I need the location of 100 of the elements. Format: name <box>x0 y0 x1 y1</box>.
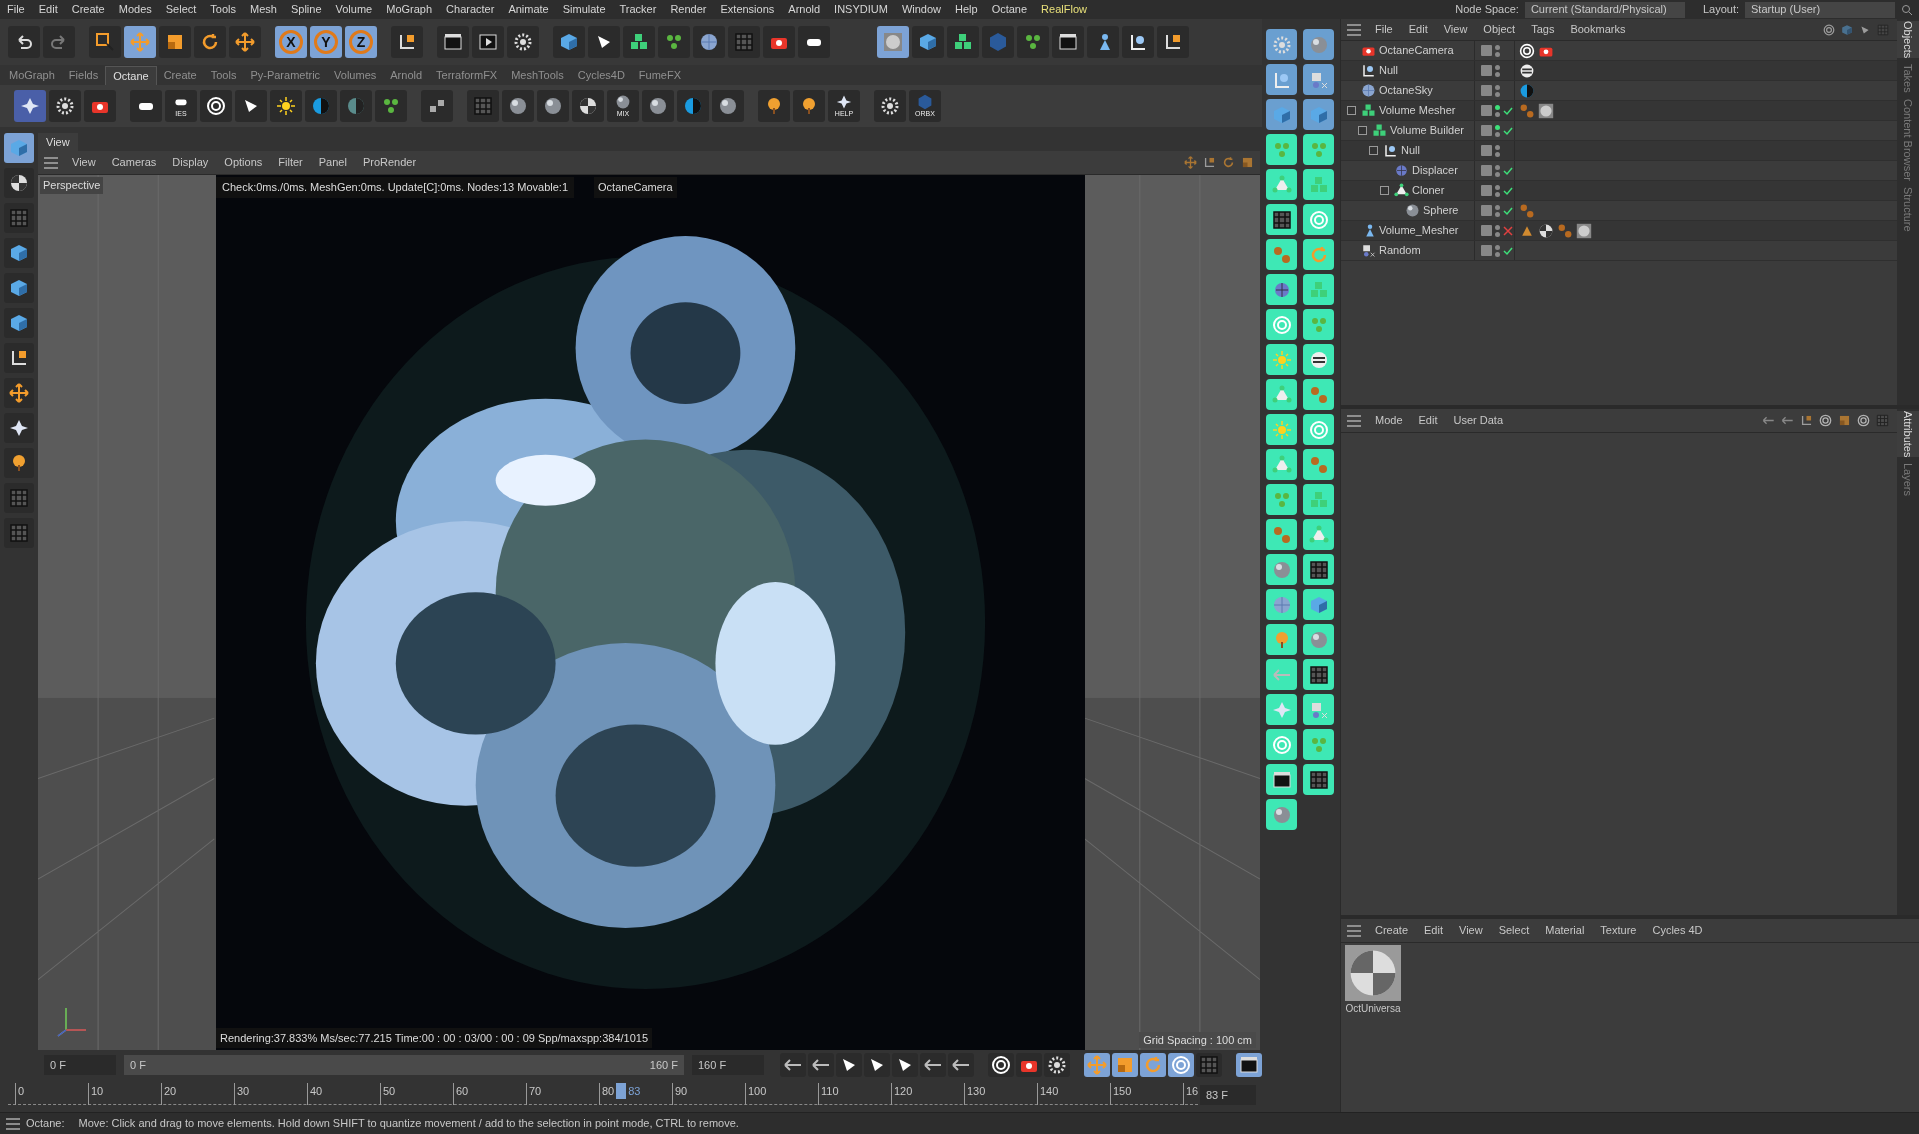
node-space-dropdown[interactable]: Current (Standard/Physical) <box>1524 1 1685 18</box>
menu-item[interactable]: Filter <box>270 154 311 171</box>
menu-item[interactable]: File <box>1367 21 1401 38</box>
menu-item[interactable]: Create <box>64 1 112 18</box>
menu-item[interactable]: Simulate <box>555 1 613 18</box>
menu-item[interactable]: Edit <box>1410 412 1446 429</box>
menu-item[interactable]: ProRender <box>354 154 425 171</box>
menu-item[interactable]: Select <box>1490 922 1538 939</box>
object-name[interactable]: Random <box>1379 242 1421 259</box>
object-name[interactable]: OctaneCamera <box>1379 42 1454 59</box>
status-message: Move: Click and drag to move elements. Hold down SHIFT to quantize movement / add to the selection in point mode, CTRL to remove. <box>78 1116 739 1132</box>
object-name[interactable]: Volume_Mesher <box>1379 222 1459 239</box>
frame-tick-label: 0 <box>15 1083 25 1105</box>
menu-item[interactable]: Create <box>1367 922 1417 939</box>
toolbar-tab[interactable]: Cycles4D <box>570 66 632 85</box>
frame-tick-label: 60 <box>453 1083 469 1105</box>
toolbar-tab[interactable]: Octane <box>105 66 157 85</box>
menu-item[interactable]: Edit <box>31 1 65 18</box>
current-frame-field[interactable]: 83 F <box>1200 1085 1256 1105</box>
camera-name: OctaneCamera <box>594 177 677 198</box>
axis-lock-button[interactable]: Z <box>345 26 377 58</box>
menu-item[interactable]: INSYDIUM <box>827 1 895 18</box>
menu-item[interactable]: MoGraph <box>379 1 440 18</box>
range-start-label: 0 F <box>130 1057 146 1073</box>
object-name[interactable]: OctaneSky <box>1379 82 1433 99</box>
end-frame-field[interactable]: 160 F <box>692 1055 764 1075</box>
menu-item[interactable]: Spline <box>283 1 329 18</box>
axis-lock-button[interactable]: Y <box>310 26 342 58</box>
menu-item[interactable]: Options <box>216 154 271 171</box>
menu-item[interactable]: Modes <box>111 1 159 18</box>
toolbar-tab[interactable]: FumeFX <box>631 66 689 85</box>
side-tab[interactable]: Attributes <box>1897 411 1919 458</box>
menu-item[interactable]: Render <box>663 1 714 18</box>
menu-item[interactable]: Mode <box>1367 412 1411 429</box>
toolbar-tab[interactable]: Volumes <box>327 66 384 85</box>
frame-tick-label: 110 <box>818 1083 839 1105</box>
menu-item[interactable]: Tracker <box>612 1 664 18</box>
object-name[interactable]: Volume Mesher <box>1379 102 1456 119</box>
menu-item[interactable]: Window <box>894 1 948 18</box>
toolbar-tab[interactable]: Py-Parametric <box>243 66 328 85</box>
layout-dropdown[interactable]: Startup (User) <box>1745 1 1895 18</box>
frame-tick-label: 20 <box>161 1083 177 1105</box>
toolbar-tab[interactable]: Tools <box>203 66 244 85</box>
menu-item[interactable]: Cameras <box>103 154 165 171</box>
object-name[interactable]: Sphere <box>1423 202 1459 219</box>
toolbar-tab[interactable]: Arnold <box>383 66 430 85</box>
menu-item[interactable]: Edit <box>1416 922 1451 939</box>
frame-tick-label: 80 <box>599 1083 615 1105</box>
toolbar-tab[interactable]: Create <box>156 66 204 85</box>
menu-item[interactable]: Cycles 4D <box>1644 922 1711 939</box>
menu-item[interactable]: View <box>1435 21 1476 38</box>
menu-item[interactable]: Octane <box>984 1 1035 18</box>
toolbar-tab[interactable]: MeshTools <box>504 66 571 85</box>
menu-item[interactable]: Select <box>158 1 204 18</box>
menu-item[interactable]: Object <box>1475 21 1524 38</box>
object-name[interactable]: Volume Builder <box>1390 122 1464 139</box>
frame-tick-label: 40 <box>307 1083 323 1105</box>
menu-item[interactable]: Tags <box>1523 21 1563 38</box>
material-name[interactable]: OctUniversa <box>1345 1001 1401 1016</box>
menu-item[interactable]: Bookmarks <box>1562 21 1634 38</box>
menu-item[interactable]: Mesh <box>243 1 284 18</box>
menu-item[interactable]: Material <box>1537 922 1593 939</box>
frame-tick-label: 70 <box>526 1083 542 1105</box>
menu-item[interactable]: Animate <box>501 1 556 18</box>
start-frame-field[interactable]: 0 F <box>44 1055 116 1075</box>
frame-tick-label: 140 <box>1037 1083 1059 1105</box>
render-stats: Check:0ms./0ms. MeshGen:0ms. Update[C]:0ms. Nodes:13 Movable:1 <box>216 177 575 198</box>
frame-tick-label: 150 <box>1110 1083 1132 1105</box>
menu-item[interactable]: File <box>0 1 32 18</box>
menu-item[interactable]: View <box>1451 922 1491 939</box>
menu-item[interactable]: Tools <box>203 1 244 18</box>
menu-item[interactable]: Edit <box>1400 21 1436 38</box>
playhead-label: 83 <box>628 1084 641 1099</box>
frame-tick-label: 90 <box>672 1083 688 1105</box>
menu-item[interactable]: Volume <box>328 1 380 18</box>
menu-item[interactable]: Extensions <box>713 1 782 18</box>
range-end-label: 160 F <box>649 1057 678 1073</box>
menu-item[interactable]: Help <box>948 1 985 18</box>
object-name[interactable]: Null <box>1401 142 1420 159</box>
object-name[interactable]: Displacer <box>1412 162 1458 179</box>
toolbar-tab[interactable]: TerraformFX <box>429 66 505 85</box>
menu-item[interactable]: View <box>64 154 104 171</box>
menu-item[interactable]: Arnold <box>781 1 828 18</box>
menu-item[interactable]: Texture <box>1592 922 1645 939</box>
toolbar-tab[interactable]: MoGraph <box>2 66 62 85</box>
menu-item[interactable]: Display <box>164 154 217 171</box>
menu-item[interactable]: Panel <box>310 154 355 171</box>
toolbar-tab[interactable]: Fields <box>61 66 106 85</box>
frame-tick-label: 100 <box>745 1083 767 1105</box>
menu-item[interactable]: User Data <box>1445 412 1512 429</box>
view-tab[interactable]: View <box>38 133 78 151</box>
frame-tick-label: 130 <box>964 1083 986 1105</box>
status-label: Octane: <box>26 1116 65 1132</box>
menu-item[interactable]: RealFlow <box>1034 1 1094 18</box>
side-tab[interactable]: Objects <box>1897 21 1919 59</box>
node-space-label: Node Space: <box>1455 2 1519 18</box>
axis-lock-button[interactable]: X <box>275 26 307 58</box>
object-name[interactable]: Null <box>1379 62 1398 79</box>
menu-item[interactable]: Character <box>439 1 502 18</box>
object-name[interactable]: Cloner <box>1412 182 1445 199</box>
